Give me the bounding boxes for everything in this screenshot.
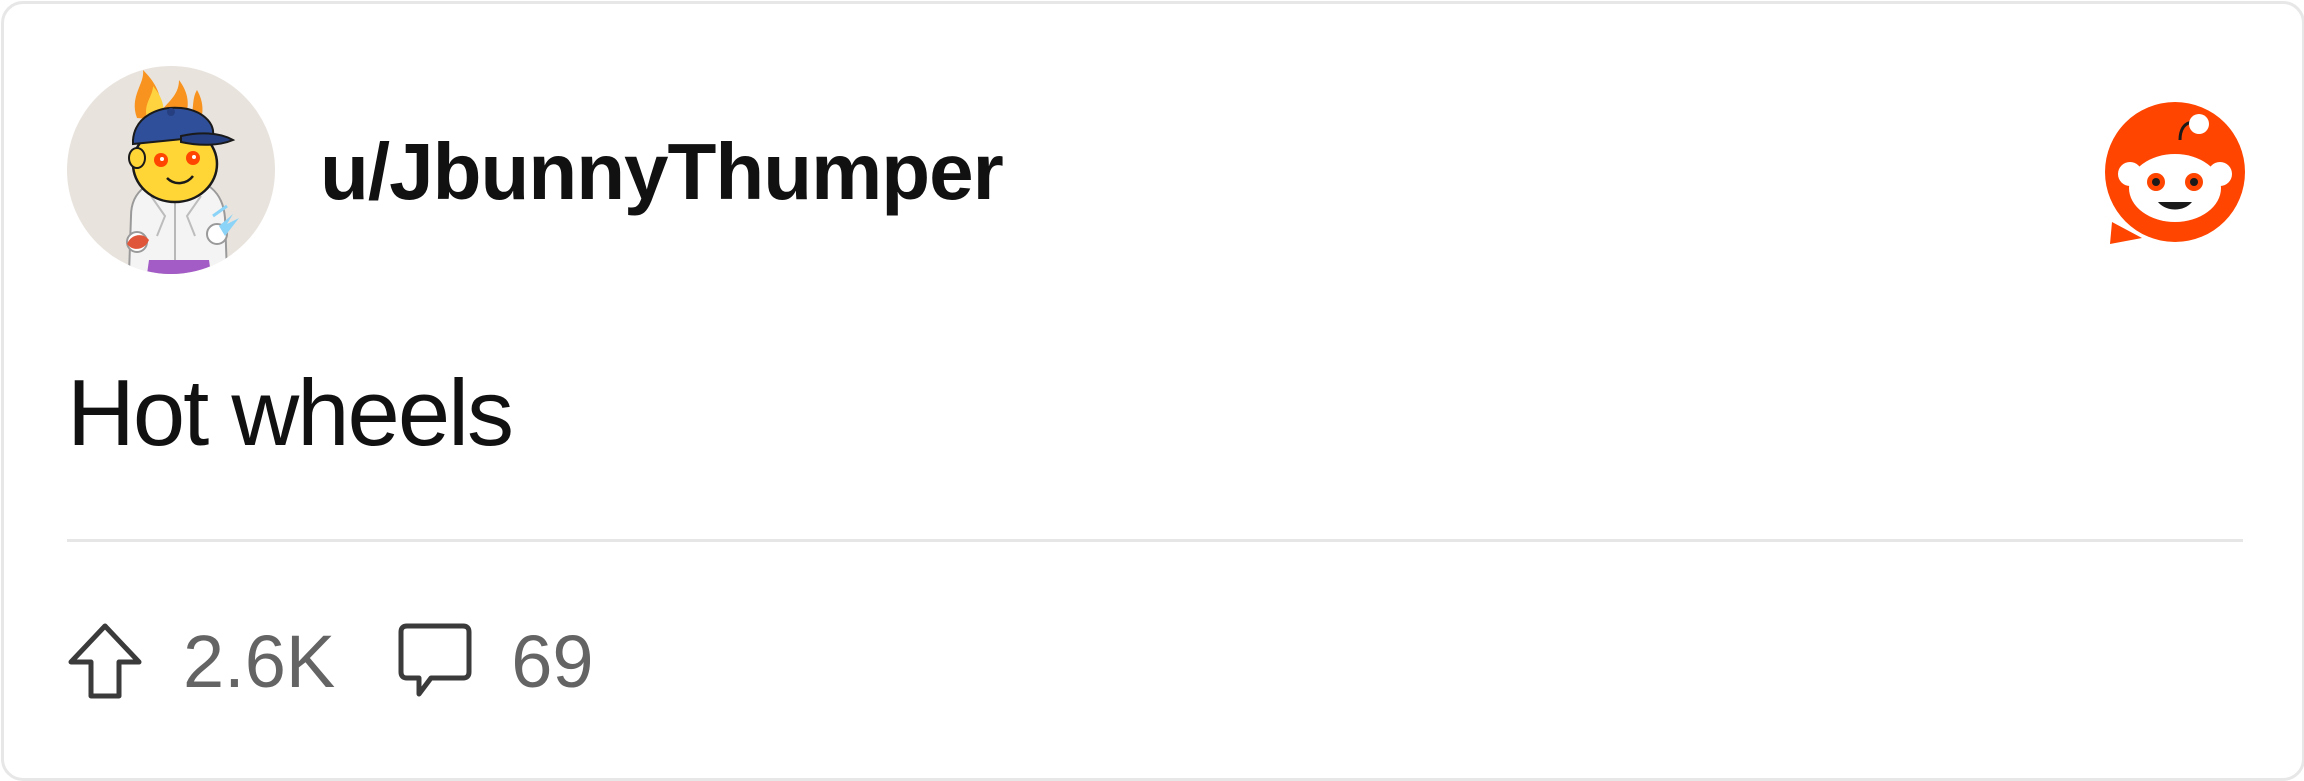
divider <box>67 539 2243 542</box>
comments-button[interactable]: 69 <box>397 616 594 708</box>
comment-count: 69 <box>511 620 594 703</box>
post-card[interactable]: u/JbunnyThumper Hot wheels 2.6K 69 <box>1 1 2304 781</box>
post-footer: 2.6K 69 <box>67 616 594 708</box>
post-author[interactable]: u/JbunnyThumper <box>320 122 1004 222</box>
comment-bubble-icon[interactable] <box>397 622 473 702</box>
upvote-count: 2.6K <box>183 620 336 703</box>
upvote-arrow-icon[interactable] <box>67 622 143 702</box>
avatar-illustration <box>126 70 239 274</box>
post-title[interactable]: Hot wheels <box>67 358 514 468</box>
user-avatar[interactable] <box>67 66 275 274</box>
upvote-button[interactable]: 2.6K <box>67 616 335 708</box>
reddit-logo-icon <box>2102 102 2248 246</box>
